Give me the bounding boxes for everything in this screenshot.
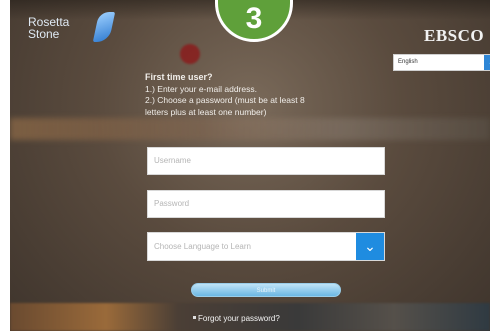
submit-button[interactable]: Submit bbox=[191, 283, 341, 297]
instruction-step2-line1: 2.) Choose a password (must be at least … bbox=[145, 95, 305, 105]
password-placeholder: Password bbox=[154, 199, 190, 208]
interface-language-select[interactable]: English ⌄ bbox=[393, 54, 490, 71]
chevron-down-icon[interactable]: ⌄ bbox=[356, 233, 384, 260]
logo-line2: Stone bbox=[28, 27, 60, 41]
decorative-dot bbox=[180, 44, 200, 64]
instruction-step2-line2: letters plus at least one number) bbox=[145, 106, 267, 117]
bullet-icon bbox=[193, 316, 196, 319]
first-time-instructions: First time user? 1.) Enter your e-mail a… bbox=[145, 72, 385, 118]
instructions-heading: First time user? bbox=[145, 72, 213, 82]
ebsco-logo: EBSCO bbox=[424, 26, 485, 45]
password-input[interactable]: Password bbox=[147, 190, 385, 218]
learn-language-placeholder: Choose Language to Learn bbox=[154, 242, 251, 251]
interface-language-value: English bbox=[398, 59, 418, 65]
chevron-down-icon[interactable]: ⌄ bbox=[484, 55, 490, 70]
rosetta-stone-logo: Rosetta Stone bbox=[28, 12, 116, 42]
username-input[interactable]: Username bbox=[147, 147, 385, 175]
forgot-password-link[interactable]: Forgot your password? bbox=[198, 314, 280, 323]
background-band bbox=[10, 118, 490, 140]
instruction-step1: 1.) Enter your e-mail address. bbox=[145, 83, 257, 94]
app-screenshot: Rosetta Stone EBSCO English ⌄ First time… bbox=[10, 0, 490, 331]
learn-language-dropdown[interactable]: Choose Language to Learn ⌄ bbox=[147, 232, 385, 261]
username-placeholder: Username bbox=[154, 156, 191, 165]
